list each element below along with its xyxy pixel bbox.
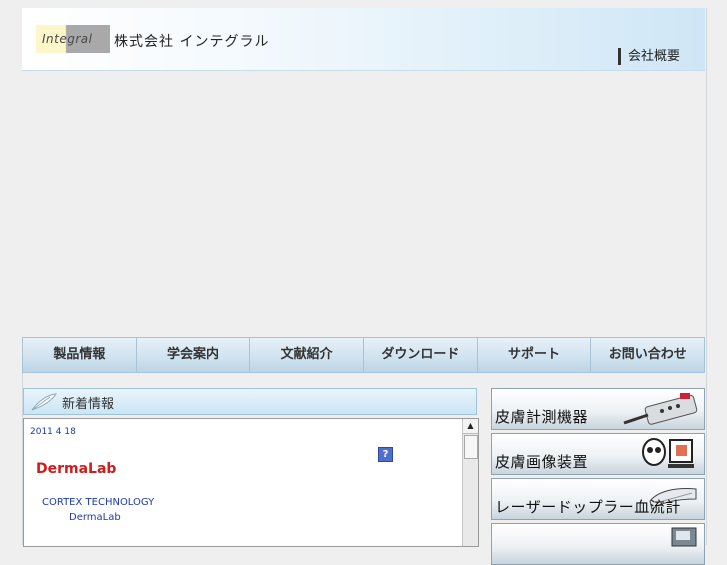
imaging-device-icon bbox=[640, 436, 700, 474]
company-profile-link[interactable]: 会社概要 bbox=[617, 48, 680, 65]
equipment-icon bbox=[666, 526, 700, 552]
scroll-up-arrow-icon[interactable]: ▲ bbox=[463, 419, 478, 434]
logo[interactable]: Integral bbox=[36, 25, 110, 53]
news-product-link[interactable]: DermaLab bbox=[69, 512, 121, 523]
nav-tab-products[interactable]: 製品情報 bbox=[22, 337, 136, 373]
news-header: 新着情報 bbox=[23, 388, 477, 415]
side-banner-other[interactable] bbox=[491, 523, 705, 565]
feather-icon bbox=[30, 392, 58, 416]
side-banner-skin-imaging[interactable]: 皮膚画像装置 bbox=[491, 433, 705, 475]
nav-tab-contact[interactable]: お問い合わせ bbox=[590, 337, 706, 373]
site-header: Integral 株式会社 インテグラル 会社概要 bbox=[22, 8, 705, 71]
news-panel: 2011 4 18 ? DermaLab CORTEX TECHNOLOGY D… bbox=[23, 418, 479, 547]
news-title: 新着情報 bbox=[62, 397, 115, 412]
nav-tab-conferences[interactable]: 学会案内 bbox=[135, 337, 250, 373]
scroll-thumb[interactable] bbox=[464, 435, 478, 459]
nav-tab-download[interactable]: ダウンロード bbox=[363, 337, 477, 373]
news-date: 2011 4 18 bbox=[30, 427, 76, 437]
side-banner-label: 皮膚画像装置 bbox=[495, 453, 589, 471]
probe-device-icon bbox=[620, 391, 700, 429]
main-nav: 製品情報 学会案内 文献紹介 ダウンロード サポート お問い合わせ bbox=[22, 337, 706, 373]
flash-area bbox=[22, 71, 705, 337]
help-icon[interactable]: ? bbox=[378, 447, 393, 462]
nav-tab-literature[interactable]: 文献紹介 bbox=[249, 337, 364, 373]
news-scrollbar[interactable]: ▲ bbox=[462, 419, 478, 546]
news-product-title[interactable]: DermaLab bbox=[36, 461, 116, 477]
nav-tab-support[interactable]: サポート bbox=[476, 337, 591, 373]
news-maker-link[interactable]: CORTEX TECHNOLOGY bbox=[42, 497, 154, 508]
company-name: 株式会社 インテグラル bbox=[114, 34, 270, 50]
side-banner-label: レーザードップラー血流計 bbox=[495, 498, 681, 516]
side-banner-laser-doppler[interactable]: レーザードップラー血流計 bbox=[491, 478, 705, 520]
side-banner-label: 皮膚計測機器 bbox=[495, 408, 589, 426]
side-banner-skin-measurement[interactable]: 皮膚計測機器 bbox=[491, 388, 705, 430]
